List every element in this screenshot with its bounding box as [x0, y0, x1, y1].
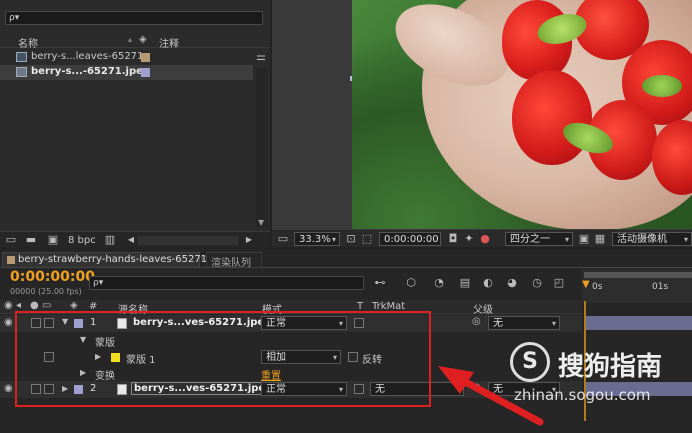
project-search-input[interactable]: ρ▾	[5, 11, 263, 25]
audio-icon[interactable]: ◂	[16, 300, 21, 311]
label-swatch[interactable]	[141, 53, 150, 62]
tab-render-queue[interactable]: 渲染队列	[206, 252, 262, 269]
motion-blur-icon[interactable]: ◐	[481, 276, 495, 290]
comp-mini-flowchart-icon[interactable]: ⊷	[373, 276, 387, 290]
ruler-label: 01s	[652, 282, 669, 292]
camera-view-dropdown[interactable]: 活动摄像机 ▾	[612, 232, 692, 246]
image-file-icon	[16, 67, 27, 77]
strawberry-image	[352, 0, 692, 230]
show-snapshot-icon[interactable]: ✦	[462, 232, 476, 246]
always-preview-icon[interactable]: ▭	[276, 232, 290, 246]
new-folder-icon[interactable]: ▬	[24, 233, 38, 247]
search-icon: ρ▾	[93, 278, 104, 288]
project-item[interactable]: berry-s...leaves-65271	[0, 50, 253, 65]
project-item-name: berry-s...leaves-65271	[31, 51, 144, 62]
work-area-bar[interactable]	[584, 272, 692, 278]
layer-duration-bar[interactable]	[586, 316, 692, 330]
bit-depth-button[interactable]: 8 bpc	[68, 235, 96, 246]
draft-3d-icon[interactable]: ⬡	[404, 276, 418, 290]
playhead-icon[interactable]: ▼	[582, 279, 590, 290]
project-header-row: 名称 ▴ ◈ 注释	[0, 34, 270, 50]
comment-column-header[interactable]: 注释	[159, 35, 179, 50]
video-eye-icon[interactable]: ◉	[4, 317, 13, 328]
strawberry	[512, 70, 592, 165]
composition-viewer[interactable]	[272, 0, 692, 230]
viewer-toolbar: ▭ 33.3% ▾ ⊡ ⬚ 0:00:00:00 ◘ ✦ ● 四分之一 ▾ ▣ ▦ …	[272, 229, 692, 247]
timeline-search-input[interactable]: ρ▾	[89, 276, 364, 290]
name-column-header[interactable]: 名称	[18, 35, 38, 50]
strawberry-leaf	[642, 75, 682, 97]
scroll-left-icon[interactable]: ◀	[124, 233, 138, 247]
comp-swatch	[7, 256, 15, 264]
label-swatch[interactable]	[141, 68, 150, 77]
project-item-selected[interactable]: berry-s...-65271.jpeg	[0, 65, 253, 80]
solo-icon[interactable]: ●	[30, 300, 39, 311]
stopwatch-icon[interactable]: ◷	[530, 276, 544, 290]
sort-chevron-icon: ▴	[128, 35, 133, 44]
time-ruler[interactable]: 0s 01s ▼	[582, 269, 692, 303]
project-scrollbar[interactable]: ▼	[256, 68, 268, 228]
label-tag-icon[interactable]: ◈	[139, 34, 147, 45]
parent-dropdown[interactable]: 无 ▾	[488, 316, 560, 330]
region-of-interest-icon[interactable]: ⬚	[360, 232, 374, 246]
tab-composition-label: berry-strawberry-hands-leaves-65271	[18, 254, 208, 265]
channel-icon[interactable]: ●	[478, 232, 492, 246]
label-tag-icon[interactable]: ◈	[70, 300, 78, 311]
shy-layers-icon[interactable]: ◔	[432, 276, 446, 290]
fit-icon[interactable]: ⊡	[344, 232, 358, 246]
composition-icon	[16, 52, 27, 62]
magnification-dropdown[interactable]: 33.3% ▾	[294, 232, 340, 246]
search-icon: ρ▾	[9, 13, 20, 23]
watermark-brand: 搜狗指南	[558, 352, 663, 382]
viewer-left-gutter	[272, 0, 355, 230]
video-eye-icon[interactable]: ◉	[4, 383, 13, 394]
interpret-footage-icon[interactable]: ▭	[4, 233, 18, 247]
pickwhip-icon[interactable]: ◎	[472, 316, 481, 327]
camera-snapshot-icon[interactable]: ◘	[446, 232, 460, 246]
current-time-field[interactable]: 0:00:00:00	[379, 232, 441, 246]
region-icon[interactable]: ▣	[577, 232, 591, 246]
resolution-dropdown[interactable]: 四分之一 ▾	[505, 232, 573, 246]
frame-blending-icon[interactable]: ▤	[458, 276, 472, 290]
ruler-label: 0s	[592, 282, 603, 292]
brainstorm-icon[interactable]: ◰	[552, 276, 566, 290]
watermark-url: zhinan.sogou.com	[514, 386, 651, 404]
highlight-box	[15, 311, 431, 407]
project-footer: ▭ ▬ ▣ 8 bpc ▥ ◀ ▶	[0, 231, 270, 248]
flowchart-icon[interactable]: ⚌	[256, 50, 266, 63]
tab-composition[interactable]: berry-strawberry-hands-leaves-65271	[2, 252, 207, 267]
sogou-watermark: S 搜狗指南 zhinan.sogou.com	[508, 338, 692, 410]
horizontal-scrollbar[interactable]	[138, 236, 238, 245]
scroll-right-icon[interactable]: ▶	[242, 233, 256, 247]
current-timecode[interactable]: 0:00:00:00	[10, 269, 95, 285]
parent-column-header[interactable]: 父级	[473, 301, 493, 316]
project-item-name: berry-s...-65271.jpeg	[31, 66, 151, 77]
sogou-logo-icon: S	[510, 342, 550, 382]
graph-editor-icon[interactable]: ◕	[505, 276, 519, 290]
project-panel: ρ▾ 名称 ▴ ◈ 注释 berry-s...leaves-65271 berr…	[0, 0, 270, 248]
fps-readout: 00000 (25.00 fps)	[10, 287, 82, 296]
lock-icon[interactable]: ▭	[42, 300, 51, 311]
new-composition-icon[interactable]: ▣	[46, 233, 60, 247]
trash-icon[interactable]: ▥	[103, 233, 117, 247]
video-eye-icon[interactable]: ◉	[4, 300, 13, 311]
transparency-grid-icon[interactable]: ▦	[593, 232, 607, 246]
